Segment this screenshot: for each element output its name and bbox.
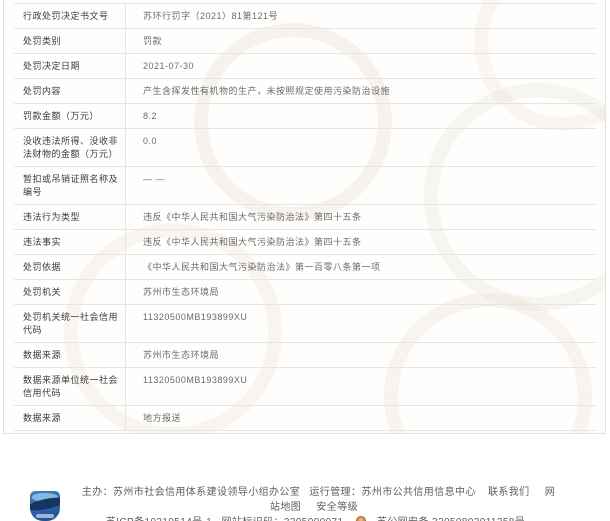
footer-line-2: 苏ICP备10219514号-1 网站标识码：3205000071 苏公网安备 … [78, 515, 556, 521]
field-label: 行政处罚决定书文号 [14, 4, 126, 28]
field-label: 处罚类别 [14, 29, 126, 53]
field-label: 罚款金额（万元） [14, 104, 126, 128]
footer-link-contact[interactable]: 联系我们 [488, 487, 530, 498]
table-row: 处罚机关统一社会信用代码 11320500MB193899XU [14, 305, 596, 343]
table-row: 行政处罚决定书文号 苏环行罚字（2021）81第121号 [14, 4, 596, 29]
table-row: 没收违法所得、没收非法财物的金额（万元） 0.0 [14, 129, 596, 167]
table-row: 数据来源 苏州市生态环境局 [14, 343, 596, 368]
footer-icp: 苏ICP备10219514号-1 [106, 517, 212, 521]
table-row: 处罚类别 罚款 [14, 29, 596, 54]
field-value: 产生含挥发性有机物的生产，未按照规定使用污染防治设施 [126, 79, 596, 103]
field-label: 处罚依据 [14, 255, 126, 279]
footer-site-code: 网站标识码：3205000071 [221, 517, 343, 521]
field-value: 苏州市生态环境局 [126, 343, 596, 367]
police-badge-icon [356, 516, 366, 521]
field-label: 没收违法所得、没收非法财物的金额（万元） [14, 129, 126, 166]
field-value: 0.0 [126, 129, 596, 166]
footer-police-record-link[interactable]: 苏公网安备 32050802011258号 [377, 517, 525, 521]
footer-host: 主办：苏州市社会信用体系建设领导小组办公室 [82, 487, 300, 498]
table-row: 处罚依据 《中华人民共和国大气污染防治法》第一百零八条第一项 [14, 255, 596, 280]
table-row: 违法事实 违反《中华人民共和国大气污染防治法》第四十五条 [14, 230, 596, 255]
field-value: 《中华人民共和国大气污染防治法》第一百零八条第一项 [126, 255, 596, 279]
field-value: 11320500MB193899XU [126, 305, 596, 342]
table-row: 罚款金额（万元） 8.2 [14, 104, 596, 129]
field-label: 数据来源 [14, 406, 126, 430]
field-label: 数据来源 [14, 343, 126, 367]
site-logo-icon [30, 491, 60, 521]
table-row: 数据来源单位统一社会信用代码 11320500MB193899XU [14, 368, 596, 406]
field-label: 违法行为类型 [14, 205, 126, 229]
page: 行政处罚决定书文号 苏环行罚字（2021）81第121号 处罚类别 罚款 处罚决… [0, 0, 610, 521]
field-value: 地方报送 [126, 406, 596, 430]
footer-link-security-level[interactable]: 安全等级 [316, 502, 358, 513]
field-value: — — [126, 167, 596, 204]
penalty-detail-table: 行政处罚决定书文号 苏环行罚字（2021）81第121号 处罚类别 罚款 处罚决… [14, 3, 596, 431]
table-row: 数据来源 地方报送 [14, 406, 596, 431]
table-row: 处罚内容 产生含挥发性有机物的生产，未按照规定使用污染防治设施 [14, 79, 596, 104]
site-footer: 主办：苏州市社会信用体系建设领导小组办公室 运行管理：苏州市公共信用信息中心 联… [0, 482, 610, 521]
field-label: 处罚内容 [14, 79, 126, 103]
footer-text: 主办：苏州市社会信用体系建设领导小组办公室 运行管理：苏州市公共信用信息中心 联… [78, 485, 556, 521]
footer-operator: 运行管理：苏州市公共信用信息中心 [309, 487, 475, 498]
field-label: 处罚决定日期 [14, 54, 126, 78]
field-value: 罚款 [126, 29, 596, 53]
field-label: 处罚机关统一社会信用代码 [14, 305, 126, 342]
field-value: 2021-07-30 [126, 54, 596, 78]
field-value: 11320500MB193899XU [126, 368, 596, 405]
field-value: 苏州市生态环境局 [126, 280, 596, 304]
table-row: 暂扣或吊销证照名称及编号 — — [14, 167, 596, 205]
field-label: 暂扣或吊销证照名称及编号 [14, 167, 126, 204]
penalty-detail-panel: 行政处罚决定书文号 苏环行罚字（2021）81第121号 处罚类别 罚款 处罚决… [3, 0, 606, 434]
table-row: 处罚决定日期 2021-07-30 [14, 54, 596, 79]
field-value: 苏环行罚字（2021）81第121号 [126, 4, 596, 28]
field-label: 处罚机关 [14, 280, 126, 304]
field-value: 违反《中华人民共和国大气污染防治法》第四十五条 [126, 230, 596, 254]
field-value: 8.2 [126, 104, 596, 128]
footer-line-1: 主办：苏州市社会信用体系建设领导小组办公室 运行管理：苏州市公共信用信息中心 联… [78, 485, 556, 515]
field-label: 数据来源单位统一社会信用代码 [14, 368, 126, 405]
table-row: 违法行为类型 违反《中华人民共和国大气污染防治法》第四十五条 [14, 205, 596, 230]
table-row: 处罚机关 苏州市生态环境局 [14, 280, 596, 305]
field-value: 违反《中华人民共和国大气污染防治法》第四十五条 [126, 205, 596, 229]
field-label: 违法事实 [14, 230, 126, 254]
